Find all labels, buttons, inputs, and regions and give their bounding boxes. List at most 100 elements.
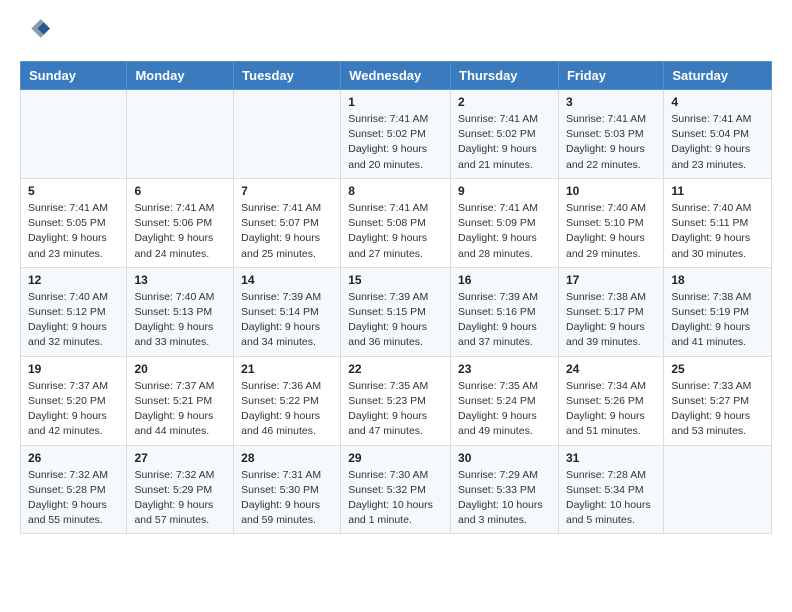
calendar-cell: 9Sunrise: 7:41 AM Sunset: 5:09 PM Daylig…: [451, 178, 559, 267]
page-header: [20, 16, 772, 49]
day-info: Sunrise: 7:41 AM Sunset: 5:02 PM Dayligh…: [348, 112, 443, 173]
weekday-header: Friday: [558, 62, 663, 90]
weekday-header: Thursday: [451, 62, 559, 90]
day-number: 1: [348, 95, 443, 109]
calendar-cell: 28 Sunrise: 7:31 AM Sunset: 5:30 PM Dayli…: [234, 445, 341, 534]
day-number: 27: [134, 451, 226, 465]
calendar-cell: 6 Sunrise: 7:41 AM Sunset: 5:06 PM Daylig…: [127, 178, 234, 267]
day-number: 11: [671, 184, 764, 198]
calendar-cell: 7 Sunrise: 7:41 AM Sunset: 5:07 PM Daylig…: [234, 178, 341, 267]
calendar-cell: 16 Sunrise: 7:39 AM Sunset: 5:16 PM Dayli…: [451, 267, 559, 356]
day-number: 18: [671, 273, 764, 287]
day-number: 6: [134, 184, 226, 198]
day-info: Sunrise: 7:40 AM Sunset: 5:12 PM Dayligh…: [28, 290, 119, 351]
day-number: 3: [566, 95, 656, 109]
day-info: Sunrise: 7:30 AM Sunset: 5:32 PM Dayligh…: [348, 468, 443, 529]
calendar-cell: 8Sunrise: 7:41 AM Sunset: 5:08 PM Daylig…: [341, 178, 451, 267]
day-info: Sunrise: 7:40 AM Sunset: 5:11 PM Dayligh…: [671, 201, 764, 262]
day-number: 4: [671, 95, 764, 109]
day-info: Sunrise: 7:39 AM Sunset: 5:16 PM Dayligh…: [458, 290, 551, 351]
day-number: 25: [671, 362, 764, 376]
calendar-cell: 15 Sunrise: 7:39 AM Sunset: 5:15 PM Dayli…: [341, 267, 451, 356]
calendar-row: 26Sunrise: 7:32 AM Sunset: 5:28 PM Dayli…: [21, 445, 772, 534]
calendar-cell: 27 Sunrise: 7:32 AM Sunset: 5:29 PM Dayli…: [127, 445, 234, 534]
day-number: 7: [241, 184, 333, 198]
calendar-cell: 14 Sunrise: 7:39 AM Sunset: 5:14 PM Dayli…: [234, 267, 341, 356]
calendar-row: 12 Sunrise: 7:40 AM Sunset: 5:12 PM Dayli…: [21, 267, 772, 356]
day-info: Sunrise: 7:39 AM Sunset: 5:15 PM Dayligh…: [348, 290, 443, 351]
calendar-cell: 30 Sunrise: 7:29 AM Sunset: 5:33 PM Dayli…: [451, 445, 559, 534]
day-info: Sunrise: 7:41 AM Sunset: 5:06 PM Dayligh…: [134, 201, 226, 262]
day-number: 28: [241, 451, 333, 465]
day-info: Sunrise: 7:33 AM Sunset: 5:27 PM Dayligh…: [671, 379, 764, 440]
calendar-cell: 5Sunrise: 7:41 AM Sunset: 5:05 PM Daylig…: [21, 178, 127, 267]
calendar-cell: 2 Sunrise: 7:41 AM Sunset: 5:02 PM Daylig…: [451, 90, 559, 179]
day-info: Sunrise: 7:35 AM Sunset: 5:24 PM Dayligh…: [458, 379, 551, 440]
calendar-cell: 24 Sunrise: 7:34 AM Sunset: 5:26 PM Dayli…: [558, 356, 663, 445]
calendar-cell: 4 Sunrise: 7:41 AM Sunset: 5:04 PM Daylig…: [664, 90, 772, 179]
day-info: Sunrise: 7:41 AM Sunset: 5:05 PM Dayligh…: [28, 201, 119, 262]
logo: [20, 16, 50, 49]
day-number: 24: [566, 362, 656, 376]
day-number: 31: [566, 451, 656, 465]
calendar-cell: 10Sunrise: 7:40 AM Sunset: 5:10 PM Dayli…: [558, 178, 663, 267]
day-number: 9: [458, 184, 551, 198]
day-info: Sunrise: 7:41 AM Sunset: 5:02 PM Dayligh…: [458, 112, 551, 173]
day-number: 23: [458, 362, 551, 376]
day-number: 29: [348, 451, 443, 465]
day-number: 2: [458, 95, 551, 109]
calendar-cell: 21Sunrise: 7:36 AM Sunset: 5:22 PM Dayli…: [234, 356, 341, 445]
day-info: Sunrise: 7:37 AM Sunset: 5:20 PM Dayligh…: [28, 379, 119, 440]
weekday-header: Monday: [127, 62, 234, 90]
day-info: Sunrise: 7:28 AM Sunset: 5:34 PM Dayligh…: [566, 468, 656, 529]
day-info: Sunrise: 7:31 AM Sunset: 5:30 PM Dayligh…: [241, 468, 333, 529]
day-info: Sunrise: 7:38 AM Sunset: 5:19 PM Dayligh…: [671, 290, 764, 351]
calendar-cell: 18 Sunrise: 7:38 AM Sunset: 5:19 PM Dayli…: [664, 267, 772, 356]
calendar-cell: [21, 90, 127, 179]
day-number: 13: [134, 273, 226, 287]
calendar-row: 19 Sunrise: 7:37 AM Sunset: 5:20 PM Dayli…: [21, 356, 772, 445]
calendar-cell: 26Sunrise: 7:32 AM Sunset: 5:28 PM Dayli…: [21, 445, 127, 534]
calendar-cell: 29 Sunrise: 7:30 AM Sunset: 5:32 PM Dayli…: [341, 445, 451, 534]
logo-icon: [22, 16, 50, 44]
day-number: 10: [566, 184, 656, 198]
calendar-cell: 3 Sunrise: 7:41 AM Sunset: 5:03 PM Daylig…: [558, 90, 663, 179]
calendar-cell: 19 Sunrise: 7:37 AM Sunset: 5:20 PM Dayli…: [21, 356, 127, 445]
day-info: Sunrise: 7:29 AM Sunset: 5:33 PM Dayligh…: [458, 468, 551, 529]
calendar-cell: 23 Sunrise: 7:35 AM Sunset: 5:24 PM Dayli…: [451, 356, 559, 445]
day-number: 12: [28, 273, 119, 287]
day-info: Sunrise: 7:41 AM Sunset: 5:03 PM Dayligh…: [566, 112, 656, 173]
day-info: Sunrise: 7:37 AM Sunset: 5:21 PM Dayligh…: [134, 379, 226, 440]
day-info: Sunrise: 7:40 AM Sunset: 5:13 PM Dayligh…: [134, 290, 226, 351]
calendar-cell: 20 Sunrise: 7:37 AM Sunset: 5:21 PM Dayli…: [127, 356, 234, 445]
day-number: 20: [134, 362, 226, 376]
day-info: Sunrise: 7:35 AM Sunset: 5:23 PM Dayligh…: [348, 379, 443, 440]
day-number: 16: [458, 273, 551, 287]
day-info: Sunrise: 7:36 AM Sunset: 5:22 PM Dayligh…: [241, 379, 333, 440]
day-number: 30: [458, 451, 551, 465]
day-info: Sunrise: 7:32 AM Sunset: 5:29 PM Dayligh…: [134, 468, 226, 529]
day-number: 26: [28, 451, 119, 465]
weekday-header: Sunday: [21, 62, 127, 90]
calendar-cell: 22 Sunrise: 7:35 AM Sunset: 5:23 PM Dayli…: [341, 356, 451, 445]
day-info: Sunrise: 7:41 AM Sunset: 5:07 PM Dayligh…: [241, 201, 333, 262]
calendar-cell: [664, 445, 772, 534]
calendar-table: SundayMondayTuesdayWednesdayThursdayFrid…: [20, 61, 772, 534]
calendar-body: 1 Sunrise: 7:41 AM Sunset: 5:02 PM Daylig…: [21, 90, 772, 534]
day-info: Sunrise: 7:39 AM Sunset: 5:14 PM Dayligh…: [241, 290, 333, 351]
calendar-cell: 11 Sunrise: 7:40 AM Sunset: 5:11 PM Dayli…: [664, 178, 772, 267]
calendar-cell: 17Sunrise: 7:38 AM Sunset: 5:17 PM Dayli…: [558, 267, 663, 356]
calendar-cell: 12 Sunrise: 7:40 AM Sunset: 5:12 PM Dayli…: [21, 267, 127, 356]
header-row: SundayMondayTuesdayWednesdayThursdayFrid…: [21, 62, 772, 90]
day-number: 19: [28, 362, 119, 376]
calendar-row: 1 Sunrise: 7:41 AM Sunset: 5:02 PM Daylig…: [21, 90, 772, 179]
day-number: 14: [241, 273, 333, 287]
day-number: 15: [348, 273, 443, 287]
day-info: Sunrise: 7:34 AM Sunset: 5:26 PM Dayligh…: [566, 379, 656, 440]
day-number: 8: [348, 184, 443, 198]
weekday-header: Wednesday: [341, 62, 451, 90]
calendar-row: 5Sunrise: 7:41 AM Sunset: 5:05 PM Daylig…: [21, 178, 772, 267]
day-number: 22: [348, 362, 443, 376]
calendar-cell: 31 Sunrise: 7:28 AM Sunset: 5:34 PM Dayli…: [558, 445, 663, 534]
day-info: Sunrise: 7:41 AM Sunset: 5:04 PM Dayligh…: [671, 112, 764, 173]
